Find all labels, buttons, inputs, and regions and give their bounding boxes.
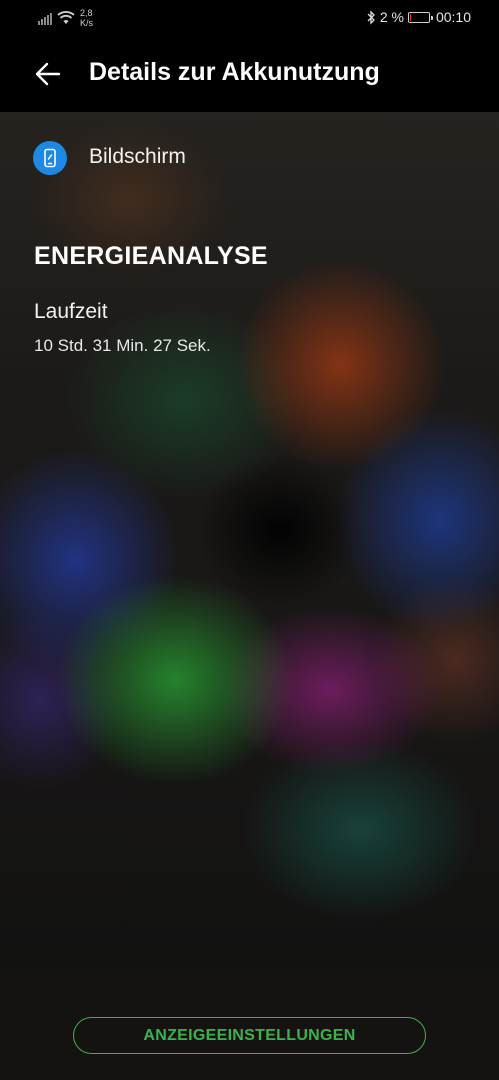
signal-icon xyxy=(38,11,52,25)
battery-icon xyxy=(407,11,433,23)
wifi-icon xyxy=(57,11,75,24)
runtime-value: 10 Std. 31 Min. 27 Sek. xyxy=(34,336,211,355)
section-title-energy-analysis: ENERGIEANALYSE xyxy=(34,242,268,270)
back-arrow-icon xyxy=(35,62,61,86)
net-speed-unit: K/s xyxy=(80,18,94,28)
status-bar-left: 2,8 K/s xyxy=(38,8,93,28)
status-bar-right: 2 % 00:10 xyxy=(366,9,471,25)
screen-icon xyxy=(33,141,67,175)
bluetooth-icon xyxy=(367,9,375,25)
display-settings-button[interactable]: ANZEIGEEINSTELLUNGEN xyxy=(73,1017,426,1054)
page-title: Details zur Akkunutzung xyxy=(89,58,380,86)
net-speed-value: 2,8 xyxy=(80,8,93,18)
app-item-label: Bildschirm xyxy=(89,145,186,168)
runtime-label: Laufzeit xyxy=(34,300,108,323)
status-bar: 2,8 K/s 2 % 00:10 xyxy=(0,0,499,36)
app-bar: Details zur Akkunutzung xyxy=(0,36,499,112)
back-button[interactable] xyxy=(28,54,68,94)
clock: 00:10 xyxy=(435,9,471,25)
battery-level-fill xyxy=(409,13,412,21)
battery-details-screen: 2,8 K/s 2 % 00:10 Details zur Akkunutzun… xyxy=(0,0,499,1080)
blurred-wallpaper xyxy=(0,0,499,968)
net-speed: 2,8 K/s xyxy=(80,8,93,28)
battery-percent-text: 2 % xyxy=(379,9,404,25)
